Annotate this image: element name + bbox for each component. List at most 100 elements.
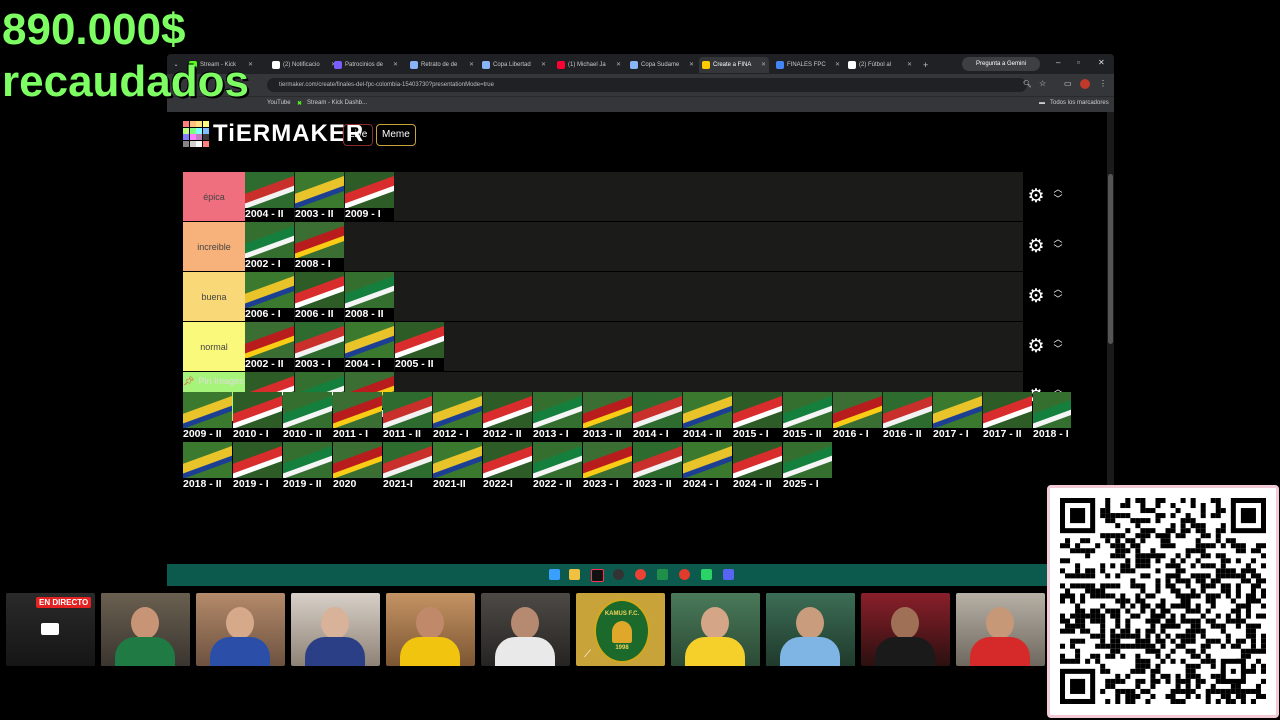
tier-item-image[interactable]: 2008 - I <box>295 222 344 271</box>
tier-item-image[interactable]: 2008 - II <box>345 272 394 321</box>
tier-row[interactable]: increible 2002 - I 2008 - I <box>183 222 1023 271</box>
browser-tab[interactable]: Retrato de de ✕ <box>407 57 477 73</box>
tier-item-image[interactable]: 2003 - II <box>295 172 344 221</box>
browser-tab[interactable]: (2) Fútbol al ✕ <box>845 57 915 73</box>
browser-tab[interactable]: Patrocinios de ✕ <box>331 57 401 73</box>
tier-item-image[interactable]: 2009 - I <box>345 172 394 221</box>
scrollbar-thumb[interactable] <box>1108 174 1113 344</box>
all-bookmarks[interactable]: Todos los marcadores <box>1050 100 1109 106</box>
tier-item-image[interactable]: 2004 - I <box>345 322 394 371</box>
tier-item-image[interactable]: 2012 - II <box>483 392 532 441</box>
tier-item-image[interactable]: 2022 - II <box>533 442 582 491</box>
tab-close-icon[interactable]: ✕ <box>761 57 766 73</box>
tier-settings-gear-icon[interactable]: ⚙ <box>1027 337 1045 356</box>
tier-item-image[interactable]: 2020 <box>333 442 382 491</box>
tiktok-icon[interactable] <box>591 569 604 582</box>
gemini-button[interactable]: Pregunta a Gemini <box>962 57 1040 71</box>
browser-tab[interactable]: Copa Sudame ✕ <box>627 57 697 73</box>
tab-close-icon[interactable]: ✕ <box>907 57 912 73</box>
tier-item-image[interactable]: 2009 - II <box>183 392 232 441</box>
tier-row[interactable]: normal 2002 - II 2003 - I 2004 - I 2005 - II <box>183 322 1023 371</box>
tier-item-image[interactable]: 2002 - II <box>245 322 294 371</box>
tier-settings-gear-icon[interactable]: ⚙ <box>1027 237 1045 256</box>
tier-item-image[interactable]: 2017 - I <box>933 392 982 441</box>
live-button[interactable]: Live <box>343 124 374 146</box>
tier-item-image[interactable]: 2023 - I <box>583 442 632 491</box>
url-field[interactable]: tiermaker.com/create/finales-del-fpc-col… <box>267 78 1027 92</box>
zoom-icon[interactable]: 🔍︎ <box>1023 80 1032 88</box>
tab-close-icon[interactable]: ✕ <box>541 57 546 73</box>
tier-item-image[interactable]: 2010 - II <box>283 392 332 441</box>
tier-item-image[interactable]: 2014 - I <box>633 392 682 441</box>
move-up-icon[interactable]: ︿ <box>1051 184 1065 194</box>
tier-label[interactable]: increible <box>183 222 245 271</box>
extensions-icon[interactable]: ▭ <box>1064 79 1072 88</box>
tier-item-image[interactable]: 2004 - II <box>245 172 294 221</box>
browser-tab[interactable]: (1) Michael Ja ✕ <box>554 57 624 73</box>
tab-close-icon[interactable]: ✕ <box>616 57 621 73</box>
close-window-icon[interactable]: ✕ <box>1098 58 1105 67</box>
tier-item-image[interactable]: 2015 - I <box>733 392 782 441</box>
tier-item-image[interactable]: 2015 - II <box>783 392 832 441</box>
menu-kebab-icon[interactable]: ⋮ <box>1099 79 1107 88</box>
tier-item-image[interactable]: 2019 - I <box>233 442 282 491</box>
profile-avatar[interactable] <box>1080 79 1090 89</box>
meme-button[interactable]: Meme <box>376 124 416 146</box>
tier-item-image[interactable]: 2014 - II <box>683 392 732 441</box>
move-down-icon[interactable]: ﹀ <box>1051 244 1065 254</box>
browser-tab[interactable]: (2) Notificacio✕ <box>269 57 339 73</box>
app-red-icon[interactable] <box>679 569 690 580</box>
excel-icon[interactable] <box>657 569 668 580</box>
pin-images-toggle[interactable]: 📌︎ Pin Images <box>183 376 243 387</box>
tier-item-image[interactable]: 2003 - I <box>295 322 344 371</box>
tier-item-image[interactable]: 2002 - I <box>245 222 294 271</box>
tier-item-image[interactable]: 2018 - I <box>1033 392 1071 441</box>
browser-tab[interactable]: Create a FINA ✕ <box>699 57 769 73</box>
browser-tab[interactable]: FINALES FPC ✕ <box>773 57 843 73</box>
obs-icon[interactable] <box>613 569 624 580</box>
tier-item-image[interactable]: 2018 - II <box>183 442 232 491</box>
move-down-icon[interactable]: ﹀ <box>1051 294 1065 304</box>
tier-item-image[interactable]: 2011 - I <box>333 392 382 441</box>
tier-label[interactable]: normal <box>183 322 245 371</box>
tier-item-image[interactable]: 2019 - II <box>283 442 332 491</box>
tier-item-image[interactable]: 2021-I <box>383 442 432 491</box>
tier-item-image[interactable]: 2011 - II <box>383 392 432 441</box>
tier-item-image[interactable]: 2025 - I <box>783 442 832 491</box>
tier-item-image[interactable]: 2006 - I <box>245 272 294 321</box>
tier-row[interactable]: buena 2006 - I 2006 - II 2008 - II <box>183 272 1023 321</box>
tier-label[interactable]: épica <box>183 172 245 221</box>
whatsapp-icon[interactable] <box>701 569 712 580</box>
browser-tab[interactable]: Copa Libertad ✕ <box>479 57 549 73</box>
tier-item-image[interactable]: 2016 - II <box>883 392 932 441</box>
bookmark-youtube[interactable]: YouTube <box>267 100 291 106</box>
tier-item-image[interactable]: 2017 - II <box>983 392 1032 441</box>
tier-item-image[interactable]: 2022-I <box>483 442 532 491</box>
tier-item-image[interactable]: 2024 - I <box>683 442 732 491</box>
file-explorer-icon[interactable] <box>569 569 580 580</box>
minimize-icon[interactable]: – <box>1056 58 1060 67</box>
tab-close-icon[interactable]: ✕ <box>469 57 474 73</box>
tier-item-image[interactable]: 2023 - II <box>633 442 682 491</box>
tier-item-image[interactable]: 2024 - II <box>733 442 782 491</box>
tab-close-icon[interactable]: ✕ <box>835 57 840 73</box>
tier-label[interactable]: buena <box>183 272 245 321</box>
tier-item-image[interactable]: 2012 - I <box>433 392 482 441</box>
tier-item-image[interactable]: 2016 - I <box>833 392 882 441</box>
tier-item-image[interactable]: 2021-II <box>433 442 482 491</box>
tier-item-image[interactable]: 2013 - II <box>583 392 632 441</box>
tier-settings-gear-icon[interactable]: ⚙ <box>1027 287 1045 306</box>
move-down-icon[interactable]: ﹀ <box>1051 344 1065 354</box>
move-up-icon[interactable]: ︿ <box>1051 234 1065 244</box>
tier-row[interactable]: épica 2004 - II 2003 - II 2009 - I <box>183 172 1023 221</box>
chrome-icon[interactable] <box>635 569 646 580</box>
tab-close-icon[interactable]: ✕ <box>689 57 694 73</box>
tier-item-image[interactable]: 2005 - II <box>395 322 444 371</box>
tier-settings-gear-icon[interactable]: ⚙ <box>1027 187 1045 206</box>
bookmark-kick[interactable]: Stream - Kick Dashb... <box>307 100 367 106</box>
donation-qr-code[interactable] <box>1047 485 1279 718</box>
bookmark-star-icon[interactable]: ☆ <box>1039 79 1046 88</box>
new-tab-button[interactable]: + <box>921 57 935 73</box>
move-up-icon[interactable]: ︿ <box>1051 284 1065 294</box>
tier-item-image[interactable]: 2006 - II <box>295 272 344 321</box>
